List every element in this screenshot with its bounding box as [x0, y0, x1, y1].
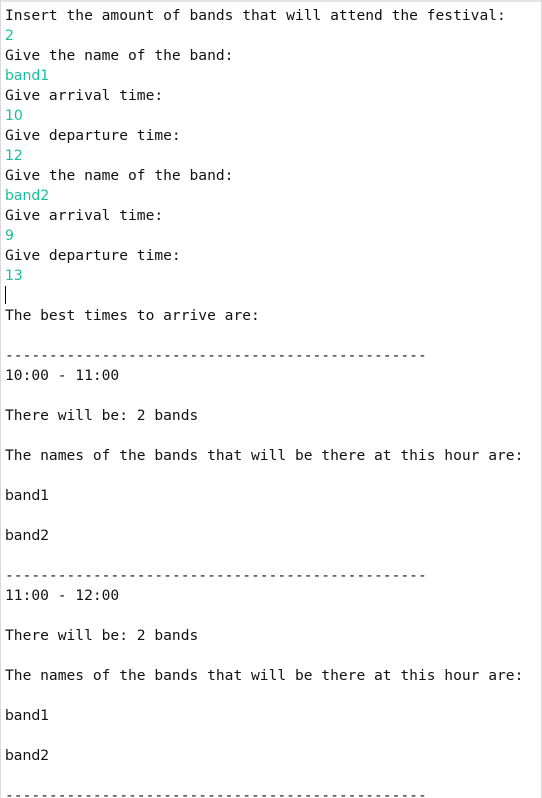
input-departure-time: 12 [5, 148, 23, 164]
output-band-name: band2 [5, 748, 50, 764]
output-band-names-heading: The names of the bands that will be ther… [5, 447, 524, 464]
output-band-names-heading: The names of the bands that will be ther… [5, 667, 524, 684]
prompt-departure-time: Give departure time: [5, 127, 181, 144]
output-band-count: There will be: 2 bands [5, 627, 199, 644]
prompt-band-name: Give the name of the band: [5, 47, 234, 64]
separator-line: ----------------------------------------… [5, 567, 427, 584]
input-band-name: band1 [5, 68, 50, 84]
prompt-arrival-time: Give arrival time: [5, 207, 164, 224]
input-band-name: band2 [5, 188, 50, 204]
separator-line: ----------------------------------------… [5, 787, 427, 798]
output-band-name: band1 [5, 708, 50, 724]
output-band-name: band1 [5, 488, 50, 504]
output-time-slot: 10:00 - 11:00 [5, 367, 120, 384]
text-caret [5, 286, 6, 304]
output-time-slot: 11:00 - 12:00 [5, 587, 120, 604]
output-band-name: band2 [5, 528, 50, 544]
input-band-count: 2 [5, 28, 14, 44]
separator-line: ----------------------------------------… [5, 347, 427, 364]
input-departure-time: 13 [5, 268, 23, 284]
prompt-departure-time: Give departure time: [5, 247, 181, 264]
console-window[interactable]: Insert the amount of bands that will att… [0, 0, 542, 798]
output-band-count: There will be: 2 bands [5, 407, 199, 424]
prompt-arrival-time: Give arrival time: [5, 87, 164, 104]
prompt-band-count: Insert the amount of bands that will att… [5, 7, 506, 24]
console-top-edge [1, 0, 541, 2]
prompt-band-name: Give the name of the band: [5, 167, 234, 184]
output-best-times-heading: The best times to arrive are: [5, 307, 260, 324]
input-arrival-time: 9 [5, 228, 14, 244]
input-arrival-time: 10 [5, 108, 23, 124]
